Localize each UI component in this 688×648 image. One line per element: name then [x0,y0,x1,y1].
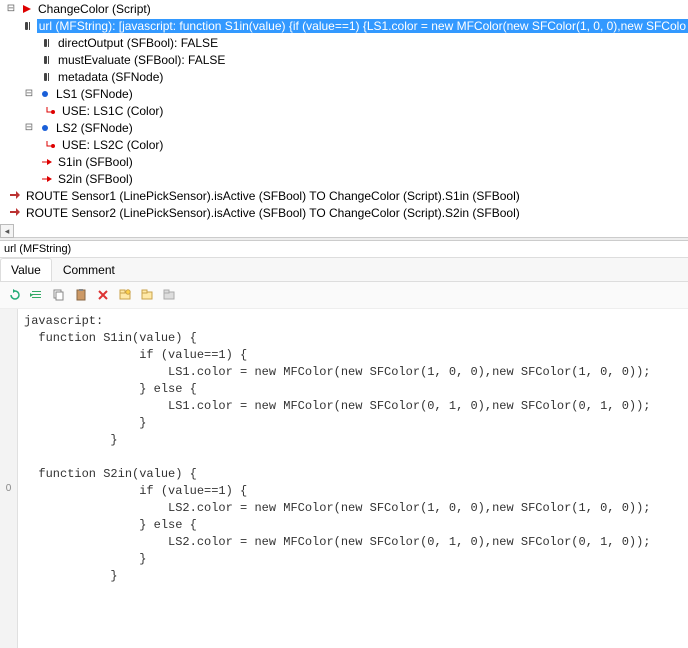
tree-label: metadata (SFNode) [57,70,164,84]
tree-node-mustevaluate[interactable]: mustEvaluate (SFBool): FALSE [0,51,688,68]
scroll-left-icon[interactable]: ◂ [0,224,14,238]
tree-node-s1in[interactable]: S1in (SFBool) [0,153,688,170]
code-editor[interactable]: 0 javascript: function S1in(value) { if … [0,309,688,648]
tree-node-ls1[interactable]: ⊟ LS1 (SFNode) [0,85,688,102]
tree-label: USE: LS1C (Color) [61,104,164,118]
tab-value[interactable]: Value [0,258,52,281]
tree-node-s2in[interactable]: S2in (SFBool) [0,170,688,187]
tree-node-url[interactable]: url (MFString): [javascript: function S1… [0,17,688,34]
tree-label: USE: LS2C (Color) [61,138,164,152]
tree-label: LS2 (SFNode) [55,121,134,135]
folder-icon[interactable] [138,286,156,304]
route-icon [8,206,22,220]
tree-label: ROUTE Sensor1 (LinePickSensor).isActive … [25,189,521,203]
field-icon [40,70,54,84]
collapse-icon[interactable]: ⊟ [4,2,18,16]
code-content[interactable]: javascript: function S1in(value) { if (v… [18,309,688,648]
delete-icon[interactable] [94,286,112,304]
tab-comment[interactable]: Comment [52,258,126,281]
tree-node-metadata[interactable]: metadata (SFNode) [0,68,688,85]
field-icon [22,19,34,33]
in-event-icon [40,172,54,186]
tree-node-route2[interactable]: ROUTE Sensor2 (LinePickSensor).isActive … [0,204,688,221]
tree-label: ChangeColor (Script) [37,2,152,16]
paste-icon[interactable] [72,286,90,304]
gutter-marker: 0 [0,483,17,494]
tree-node-directoutput[interactable]: directOutput (SFBool): FALSE [0,34,688,51]
tree-panel: ⊟ ChangeColor (Script) url (MFString): [… [0,0,688,237]
tree-label: S2in (SFBool) [57,172,134,186]
node-icon [38,87,52,101]
collapse-icon[interactable]: ⊟ [22,87,36,101]
splitter[interactable]: ◂ [0,237,688,241]
undo-icon[interactable] [6,286,24,304]
tree-node-changecolor[interactable]: ⊟ ChangeColor (Script) [0,0,688,17]
tree-label: url (MFString): [javascript: function S1… [37,19,688,33]
route-icon [8,189,22,203]
tree-label: mustEvaluate (SFBool): FALSE [57,53,226,67]
tree-label: directOutput (SFBool): FALSE [57,36,219,50]
gutter: 0 [0,309,18,648]
use-icon [44,138,58,152]
copy-icon[interactable] [50,286,68,304]
node-icon [38,121,52,135]
property-title: url (MFString) [0,241,688,258]
tabs: Value Comment [0,258,688,282]
open-icon[interactable] [116,286,134,304]
use-icon [44,104,58,118]
collapse-icon[interactable]: ⊟ [22,121,36,135]
tree-node-route1[interactable]: ROUTE Sensor1 (LinePickSensor).isActive … [0,187,688,204]
tree-label: S1in (SFBool) [57,155,134,169]
tree-label: ROUTE Sensor2 (LinePickSensor).isActive … [25,206,521,220]
field-icon [40,36,54,50]
tree-node-ls2[interactable]: ⊟ LS2 (SFNode) [0,119,688,136]
indent-icon[interactable] [28,286,46,304]
editor-toolbar [0,282,688,309]
tree-node-ls1use[interactable]: USE: LS1C (Color) [0,102,688,119]
folder-gray-icon[interactable] [160,286,178,304]
tree-node-ls2use[interactable]: USE: LS2C (Color) [0,136,688,153]
tree-label: LS1 (SFNode) [55,87,134,101]
script-icon [20,2,34,16]
field-icon [40,53,54,67]
in-event-icon [40,155,54,169]
